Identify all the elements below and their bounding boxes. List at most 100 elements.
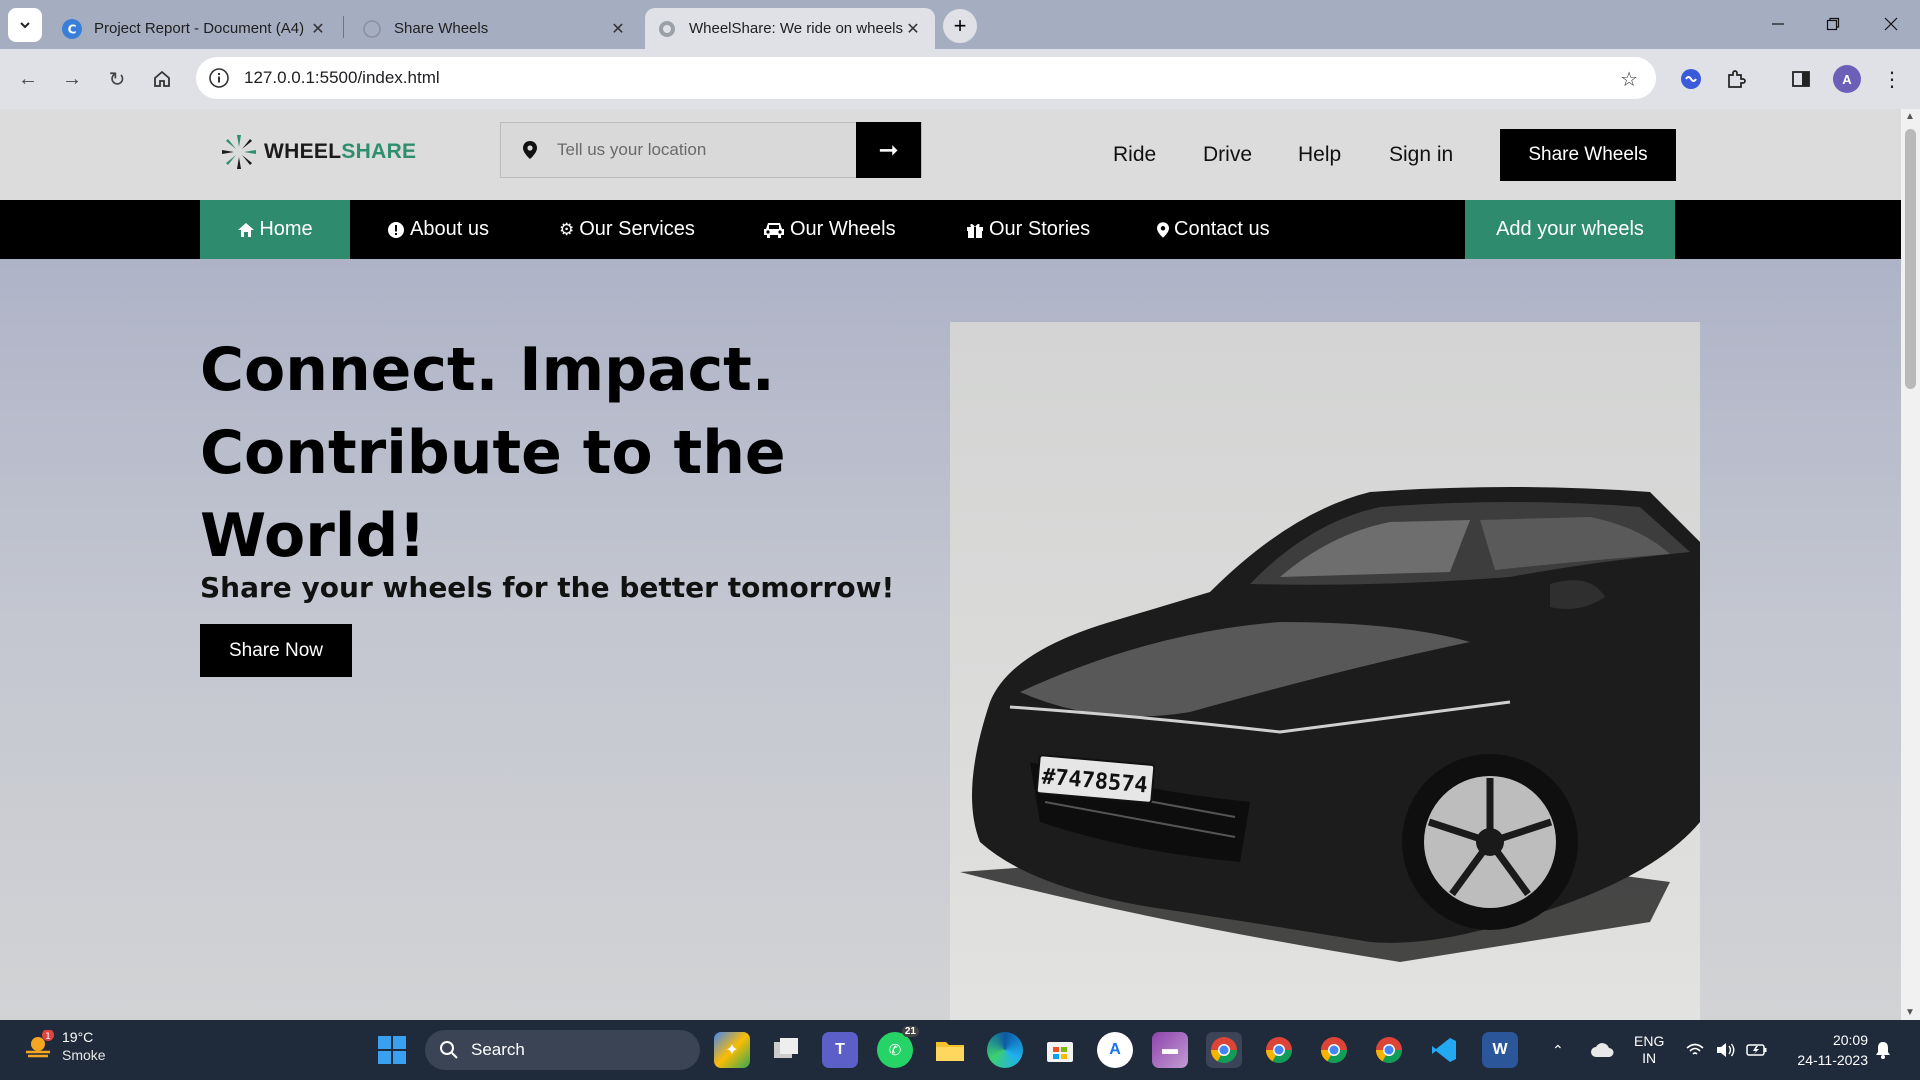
language-code: ENG xyxy=(1634,1033,1665,1049)
file-explorer-icon[interactable] xyxy=(932,1032,968,1068)
add-your-wheels-button[interactable]: Add your wheels xyxy=(1465,200,1675,259)
window-close-button[interactable] xyxy=(1868,8,1914,40)
restore-button[interactable] xyxy=(1810,8,1856,40)
plus-icon: + xyxy=(953,13,967,38)
profile-avatar[interactable]: A xyxy=(1833,65,1861,93)
browser-menu-button[interactable]: ⋮ xyxy=(1878,65,1906,93)
tab-search-button[interactable] xyxy=(8,8,42,42)
site-info-icon[interactable] xyxy=(208,67,230,89)
main-navigation: Home About us ⚙ Our Services Our Wheels … xyxy=(0,200,1901,259)
start-button[interactable] xyxy=(378,1036,406,1069)
chevron-down-icon xyxy=(20,22,30,29)
teams-app-icon[interactable]: T xyxy=(822,1032,858,1068)
battery-charging-icon[interactable] xyxy=(1746,1020,1768,1080)
volume-icon[interactable] xyxy=(1716,1020,1736,1080)
svg-text:C: C xyxy=(68,22,77,36)
tab-share-wheels[interactable]: Share Wheels ✕ xyxy=(350,8,640,49)
address-bar[interactable]: 127.0.0.1:5500/index.html ☆ xyxy=(196,57,1656,99)
edge-browser-icon[interactable] xyxy=(987,1032,1023,1068)
app-store-icon[interactable]: A xyxy=(1097,1032,1133,1068)
scroll-up-icon[interactable]: ▲ xyxy=(1905,111,1915,122)
exclamation-circle-icon xyxy=(388,221,404,238)
windows-taskbar: 1 19°C Smoke Search ✦ T ✆ 21 A ▬ W ⌃ ENG… xyxy=(0,1020,1920,1080)
map-pin-icon xyxy=(1157,221,1169,238)
wifi-icon[interactable] xyxy=(1686,1020,1704,1080)
extension-button[interactable] xyxy=(1677,65,1705,93)
new-tab-button[interactable]: + xyxy=(943,9,977,43)
map-pin-icon xyxy=(523,141,537,159)
tab-divider xyxy=(343,16,344,38)
logo-word-wheel: WHEEL xyxy=(264,140,342,163)
reload-icon: ↻ xyxy=(108,68,126,91)
weather-widget[interactable]: 1 19°C Smoke xyxy=(22,1028,106,1064)
browser-tab-strip: C Project Report - Document (A4) ✕ Share… xyxy=(0,0,1920,49)
system-clock[interactable]: 20:09 24-11-2023 xyxy=(1788,1030,1868,1070)
extensions-menu-button[interactable] xyxy=(1722,65,1750,93)
whatsapp-app-icon[interactable]: ✆ 21 xyxy=(877,1026,919,1068)
notifications-bell-icon[interactable] xyxy=(1875,1020,1891,1080)
bookmark-star-icon[interactable]: ☆ xyxy=(1620,67,1638,92)
chrome-profile-4-icon[interactable] xyxy=(1371,1032,1407,1068)
minimize-button[interactable] xyxy=(1755,8,1801,40)
nav-link-sign-in[interactable]: Sign in xyxy=(1389,143,1453,167)
nav-about-label: About us xyxy=(410,218,489,240)
clipchamp-app-icon[interactable]: ▬ xyxy=(1152,1032,1188,1068)
scroll-down-icon[interactable]: ▼ xyxy=(1905,1007,1915,1018)
chrome-profile-1-icon[interactable] xyxy=(1206,1032,1242,1068)
tab-wheelshare-active[interactable]: WheelShare: We ride on wheels ✕ xyxy=(645,8,935,49)
nav-services[interactable]: ⚙ Our Services xyxy=(559,200,695,259)
copilot-app-icon[interactable]: ✦ xyxy=(714,1032,750,1068)
globe-icon xyxy=(659,20,675,37)
nav-contact[interactable]: Contact us xyxy=(1157,200,1270,259)
tray-overflow-chevron[interactable]: ⌃ xyxy=(1552,1020,1564,1080)
sun-haze-icon: 1 xyxy=(26,1030,54,1058)
page-scrollbar[interactable]: ▲ ▼ xyxy=(1901,109,1920,1020)
onedrive-icon[interactable] xyxy=(1590,1020,1614,1080)
arrow-right-icon: ➞ xyxy=(878,136,899,164)
chrome-profile-3-icon[interactable] xyxy=(1316,1032,1352,1068)
share-now-button[interactable]: Share Now xyxy=(200,624,352,677)
hero-title-line: World! xyxy=(200,501,426,571)
back-button[interactable]: ← xyxy=(12,63,44,95)
nav-link-ride[interactable]: Ride xyxy=(1113,143,1156,167)
weather-badge: 1 xyxy=(45,1032,51,1042)
arrow-right-icon: → xyxy=(62,67,82,90)
vscode-app-icon[interactable] xyxy=(1426,1032,1462,1068)
language-indicator[interactable]: ENG IN xyxy=(1634,1020,1664,1080)
word-app-icon[interactable]: W xyxy=(1482,1032,1518,1068)
chevron-up-icon: ⌃ xyxy=(1552,1041,1564,1058)
reload-button[interactable]: ↻ xyxy=(101,63,133,95)
nav-wheels[interactable]: Our Wheels xyxy=(763,200,896,259)
home-button[interactable] xyxy=(146,63,178,95)
close-icon[interactable]: ✕ xyxy=(903,19,923,39)
browser-toolbar: ← → ↻ 127.0.0.1:5500/index.html ☆ A ⋮ xyxy=(0,49,1920,109)
chrome-profile-2-icon[interactable] xyxy=(1261,1032,1297,1068)
web-page: WHEELSHARE ➞ Ride Drive Help Sign in Sha… xyxy=(0,109,1901,1020)
nav-link-help[interactable]: Help xyxy=(1298,143,1341,167)
share-wheels-button[interactable]: Share Wheels xyxy=(1500,129,1676,181)
close-icon[interactable]: ✕ xyxy=(608,19,628,39)
location-input[interactable] xyxy=(555,139,839,161)
logo-word-share: SHARE xyxy=(341,140,417,163)
task-view-icon[interactable] xyxy=(768,1032,804,1068)
microsoft-store-icon[interactable] xyxy=(1042,1032,1078,1068)
home-icon xyxy=(154,70,170,87)
arrow-left-icon: ← xyxy=(18,67,38,90)
restore-icon xyxy=(1826,17,1840,31)
tab-title: Share Wheels xyxy=(394,20,489,37)
forward-button[interactable]: → xyxy=(56,63,88,95)
nav-about[interactable]: About us xyxy=(387,200,489,259)
site-logo[interactable]: WHEELSHARE xyxy=(220,133,416,171)
hero-title-line: Connect. Impact. xyxy=(200,335,775,405)
taskbar-search[interactable]: Search xyxy=(425,1030,700,1070)
close-icon[interactable]: ✕ xyxy=(308,19,328,39)
location-submit-button[interactable]: ➞ xyxy=(856,122,921,178)
side-panel-button[interactable] xyxy=(1787,65,1815,93)
nav-home[interactable]: Home xyxy=(200,200,350,259)
puzzle-icon xyxy=(1728,70,1746,88)
nav-stories[interactable]: Our Stories xyxy=(966,200,1090,259)
nav-link-drive[interactable]: Drive xyxy=(1203,143,1252,167)
scrollbar-thumb[interactable] xyxy=(1905,129,1916,389)
url-text[interactable]: 127.0.0.1:5500/index.html xyxy=(244,68,440,88)
tab-project-report[interactable]: C Project Report - Document (A4) ✕ xyxy=(50,8,340,49)
